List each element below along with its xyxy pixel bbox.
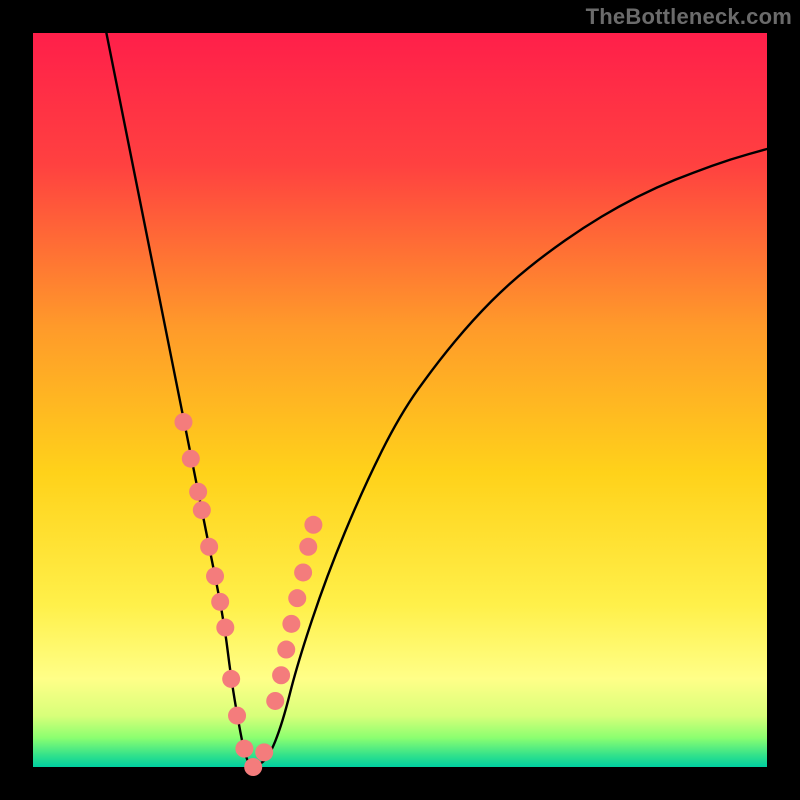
marker-dot (282, 615, 300, 633)
marker-dot (244, 758, 262, 776)
marker-dot (266, 692, 284, 710)
plot-area (33, 33, 767, 767)
marker-dot (216, 619, 234, 637)
chart-svg (0, 0, 800, 800)
marker-dot (193, 501, 211, 519)
marker-dot (235, 740, 253, 758)
marker-dot (206, 567, 224, 585)
marker-dot (174, 413, 192, 431)
marker-dot (299, 538, 317, 556)
marker-dot (211, 593, 229, 611)
marker-dot (294, 563, 312, 581)
marker-dot (304, 516, 322, 534)
marker-dot (200, 538, 218, 556)
marker-dot (182, 450, 200, 468)
marker-dot (255, 743, 273, 761)
marker-dot (228, 707, 246, 725)
watermark-text: TheBottleneck.com (586, 4, 792, 30)
marker-dot (272, 666, 290, 684)
marker-dot (277, 641, 295, 659)
chart-root: TheBottleneck.com (0, 0, 800, 800)
marker-dot (288, 589, 306, 607)
marker-dot (222, 670, 240, 688)
marker-dot (189, 483, 207, 501)
